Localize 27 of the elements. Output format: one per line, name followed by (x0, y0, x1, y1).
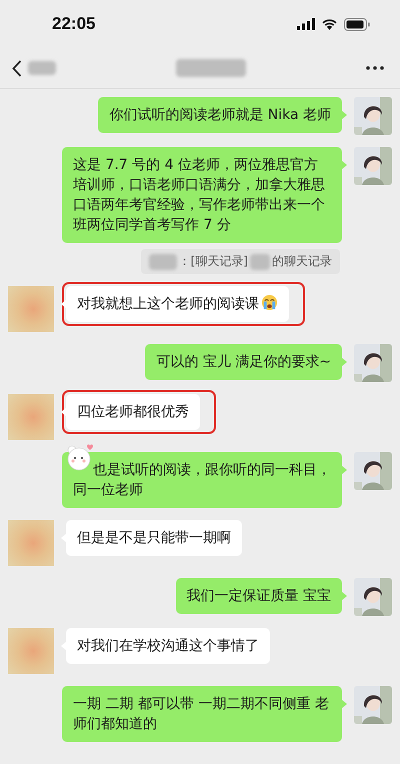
more-icon[interactable] (366, 66, 384, 70)
message-text: 但是是不是只能带一期啊 (77, 529, 231, 548)
message-text: 可以的 宝儿 满足你的要求~ (156, 353, 331, 372)
message-text: 这是 7.7 号的 4 位老师，两位雅思官方培训师，口语老师口语满分，加拿大雅思口语两年考官经验，写作老师带出来一个班两位同学首考写作 7 分 (73, 156, 326, 235)
redaction-block (28, 61, 56, 75)
chat-record-notice[interactable]: ：[聊天记录] 的聊天记录 (140, 249, 340, 274)
message-text: 四位老师都很优秀 (77, 403, 189, 422)
avatar[interactable] (8, 628, 54, 674)
redaction-block (176, 59, 246, 77)
status-time: 22:05 (52, 14, 96, 34)
back-icon[interactable] (12, 60, 22, 76)
avatar[interactable] (8, 394, 54, 440)
message-text: 一期 二期 都可以带 一期二期不同侧重 老师们都知道的 (73, 695, 330, 734)
notice-text: 的聊天记录 (272, 253, 332, 270)
battery-icon (344, 18, 370, 30)
wifi-icon (321, 18, 338, 30)
notice-text: ：[聊天记录] (178, 253, 248, 270)
redaction-block (148, 254, 177, 270)
avatar[interactable] (8, 520, 54, 566)
message-text: 我们一定保证质量 宝宝 (186, 587, 331, 606)
signal-icon (297, 18, 315, 30)
message-text: 对我就想上这个老师的阅读课 (77, 294, 278, 314)
message-text: 也是试听的阅读，跟你听的同一科目，同一位老师 (73, 461, 331, 500)
message-text: 你们试听的阅读老师就是 Nika 老师 (109, 106, 331, 125)
message-text: 对我们在学校沟通这个事情了 (77, 637, 259, 656)
redaction-block (250, 254, 270, 270)
avatar[interactable] (8, 286, 54, 332)
